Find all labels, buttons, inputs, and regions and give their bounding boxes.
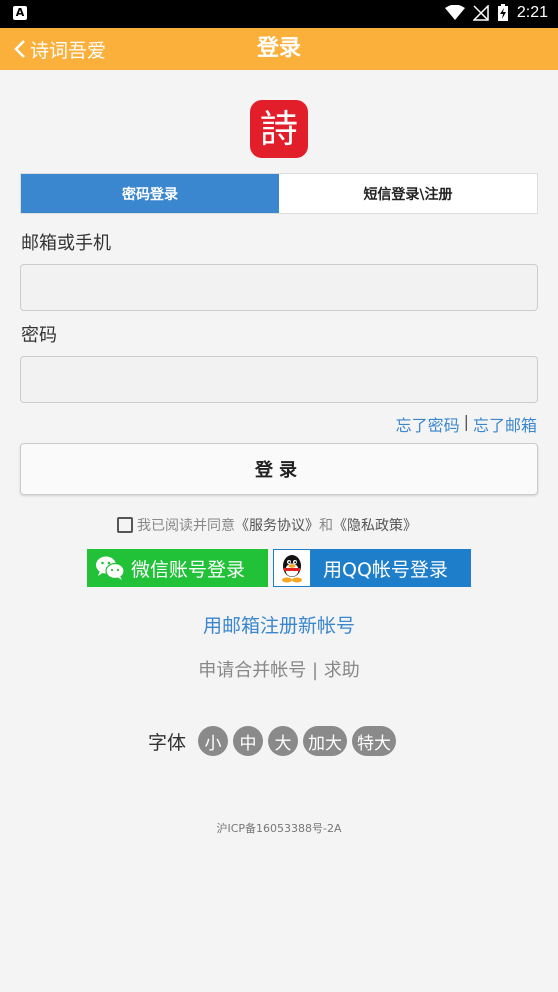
notification-icon: A <box>13 6 27 20</box>
login-tabs: 密码登录 短信登录\注册 <box>20 173 538 214</box>
agreement-checkbox[interactable] <box>117 517 133 533</box>
back-label: 诗词吾爱 <box>30 39 107 62</box>
no-signal-icon <box>472 5 489 21</box>
battery-charging-icon <box>497 4 508 21</box>
forgot-links: 忘了密码 | 忘了邮箱 <box>396 412 537 436</box>
tab-sms-login-register[interactable]: 短信登录\注册 <box>279 174 537 213</box>
app-bar: 诗词吾爱 登录 <box>0 28 558 70</box>
status-bar: A 2:21 <box>0 0 558 28</box>
status-icons: 2:21 <box>444 4 548 22</box>
tab-password-login[interactable]: 密码登录 <box>21 174 279 213</box>
forgot-password-link[interactable]: 忘了密码 <box>396 412 460 436</box>
clock: 2:21 <box>516 4 548 21</box>
app-logo: 詩 <box>250 100 308 158</box>
font-size-extra-large[interactable]: 特大 <box>352 726 397 756</box>
font-size-label: 字体 <box>148 731 187 754</box>
account-input[interactable] <box>20 264 538 311</box>
wechat-login-button[interactable]: 微信账号登录 <box>87 549 268 587</box>
chevron-left-icon <box>14 40 25 58</box>
back-button[interactable]: 诗词吾爱 <box>14 28 106 70</box>
agreement-and: 和 <box>319 518 333 534</box>
icp-license: 沪ICP备16053388号-2A <box>216 822 342 835</box>
terms-link[interactable]: 《服务协议》 <box>235 515 319 535</box>
qq-penguin-icon <box>282 555 302 583</box>
qq-login-button[interactable]: 用QQ帐号登录 <box>273 549 471 587</box>
qq-login-label: 用QQ帐号登录 <box>323 558 448 581</box>
wifi-icon <box>444 5 465 20</box>
font-size-large[interactable]: 大 <box>268 726 299 756</box>
font-size-larger[interactable]: 加大 <box>303 726 348 756</box>
forgot-email-link[interactable]: 忘了邮箱 <box>473 412 537 436</box>
forgot-separator: | <box>463 412 469 431</box>
font-size-small[interactable]: 小 <box>198 726 229 756</box>
agreement-prefix: 我已阅读并同意 <box>137 518 235 534</box>
password-input[interactable] <box>20 356 538 403</box>
agreement-row: 我已阅读并同意 《服务协议》 和 《隐私政策》 <box>117 515 417 535</box>
email-register-link[interactable]: 用邮箱注册新帐号 <box>0 611 558 638</box>
qq-icon-box <box>273 549 311 587</box>
font-size-selector: 字体 小 中 大 加大 特大 <box>148 726 397 756</box>
account-label: 邮箱或手机 <box>21 233 111 254</box>
privacy-link[interactable]: 《隐私政策》 <box>333 515 417 535</box>
font-size-medium[interactable]: 中 <box>233 726 264 756</box>
wechat-icon <box>96 556 125 580</box>
merge-help-link[interactable]: 申请合并帐号 | 求助 <box>0 656 558 682</box>
wechat-login-label: 微信账号登录 <box>131 558 246 581</box>
login-button[interactable]: 登录 <box>20 443 538 495</box>
password-label: 密码 <box>21 325 57 346</box>
